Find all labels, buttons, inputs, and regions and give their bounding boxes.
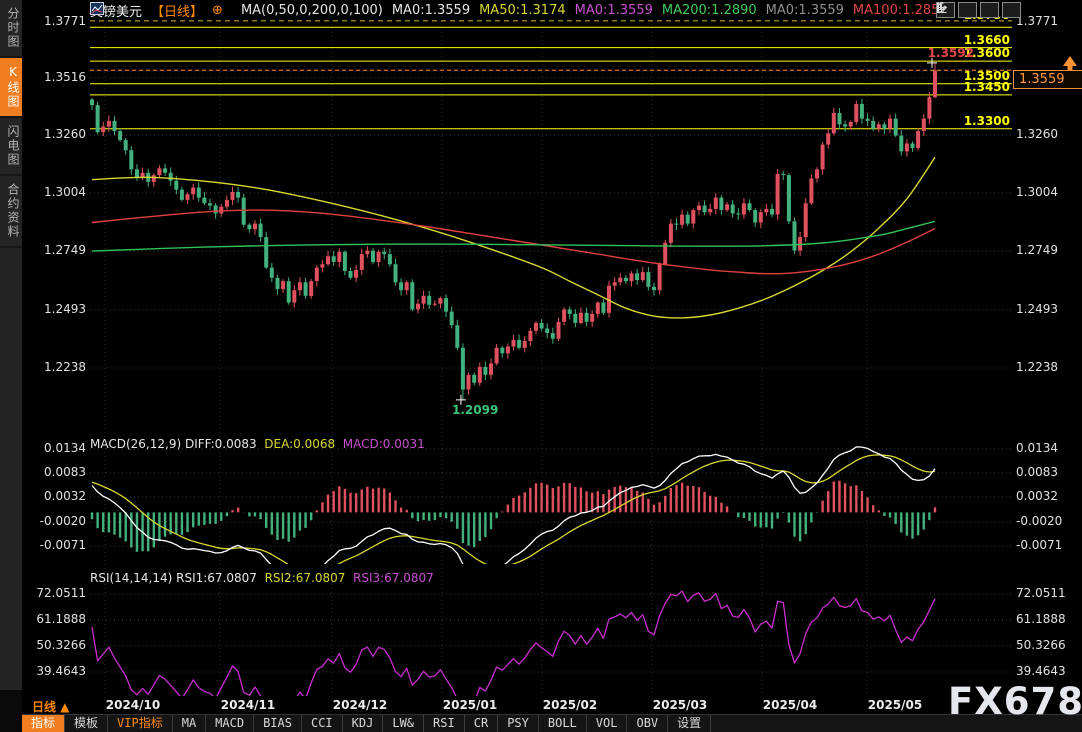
axis-tick: -0.0020 <box>1016 515 1062 528</box>
axis-tick: 50.3266 <box>1016 639 1066 652</box>
ma-value: MA50:1.3174 <box>479 3 566 18</box>
axis-tick: 1.3516 <box>30 71 86 84</box>
candles <box>90 63 937 400</box>
last-price-badge: 1.3559 <box>1013 70 1082 89</box>
value-gridlines <box>90 78 1012 672</box>
indicator-toolbar: 指标模板VIP指标MAMACDBIASCCIKDJLW&RSICRPSYBOLL… <box>22 714 1082 732</box>
toolbar-item-设置[interactable]: 设置 <box>668 715 711 732</box>
ma-value: MA200:1.2890 <box>662 3 757 18</box>
axis-scale-icon[interactable] <box>958 2 977 18</box>
toolbar-item-MACD[interactable]: MACD <box>206 715 254 732</box>
axis-tick: 39.4643 <box>30 665 86 678</box>
axis-tick: 1.3260 <box>1016 128 1058 141</box>
axis-tick: 1.3004 <box>1016 186 1058 199</box>
date-label: 2024/12 <box>322 698 398 712</box>
toolbar-item-LW&[interactable]: LW& <box>383 715 424 732</box>
axis-tick: 1.2493 <box>1016 303 1058 316</box>
toolbar-item-CR[interactable]: CR <box>465 715 498 732</box>
axis-tick: 61.1888 <box>1016 613 1066 626</box>
macd-pane <box>92 447 935 581</box>
axis-tick: 39.4643 <box>1016 665 1066 678</box>
chart-toolbar-icons <box>936 2 1021 18</box>
axis-tick: 1.2749 <box>1016 244 1058 257</box>
axis-tick: 1.3771 <box>1016 15 1058 28</box>
ma-value: MA0:1.3559 <box>575 3 653 18</box>
axis-tick: 1.2238 <box>30 361 86 374</box>
axis-tick: 1.2493 <box>30 303 86 316</box>
axis-tick: 61.1888 <box>30 613 86 626</box>
toolbar-item-KDJ[interactable]: KDJ <box>343 715 384 732</box>
toolbar-item-BOLL[interactable]: BOLL <box>539 715 587 732</box>
axis-tick: 1.2749 <box>30 244 86 257</box>
axis-tick: 0.0032 <box>30 490 86 503</box>
ma-settings: MA(0,50,0,200,0,100) <box>241 3 383 18</box>
trading-app-window: 分时图K线图闪电图合约资料 英镑美元 【日线】 ⊕ MA(0,50,0,200,… <box>0 0 1082 732</box>
axis-tick: 1.3771 <box>30 15 86 28</box>
date-label: 2024/10 <box>95 698 171 712</box>
ma-values: MA0:1.3559 MA50:1.3174 MA0:1.3559 MA200:1.2… <box>392 3 957 18</box>
watermark-logo: FX678 <box>948 680 1082 723</box>
period-selector[interactable]: 日线 ▲ <box>32 698 69 715</box>
toolbar-item-RSI[interactable]: RSI <box>424 715 465 732</box>
axis-tick: 0.0083 <box>1016 466 1058 479</box>
ma-value: MA0:1.3559 <box>392 3 470 18</box>
chart-header: 英镑美元 【日线】 ⊕ MA(0,50,0,200,0,100) MA0:1.3… <box>90 2 957 18</box>
level-label: 1.3300 <box>964 114 1010 128</box>
toolbar-item-VIP指标[interactable]: VIP指标 <box>108 715 173 732</box>
date-axis: 日线 ▲ 2024/10 2024/11 2024/12 2025/01 2025/02… <box>22 698 1082 714</box>
level-label: 1.3450 <box>964 80 1010 94</box>
last-price-arrow-icon <box>1063 56 1077 70</box>
ma-value: MA0:1.3559 <box>766 3 844 18</box>
date-label: 2025/01 <box>432 698 508 712</box>
level-label: 1.3660 <box>964 33 1010 47</box>
axis-tick: -0.0020 <box>30 515 86 528</box>
axis-play-icon[interactable] <box>980 2 999 18</box>
ma-value: MA100:1.2858 <box>853 3 948 18</box>
axis-tick: 0.0032 <box>1016 490 1058 503</box>
axis-tick: 0.0134 <box>30 442 86 455</box>
date-label: 2024/11 <box>210 698 286 712</box>
axis-tick: 50.3266 <box>30 639 86 652</box>
toolbar-item-BIAS[interactable]: BIAS <box>254 715 302 732</box>
date-label: 2025/04 <box>752 698 828 712</box>
period-low-label: 1.2099 <box>452 403 498 417</box>
period-tag[interactable]: 【日线】 <box>151 1 203 20</box>
axis-tick: 1.3004 <box>30 186 86 199</box>
toolbar-item-模板[interactable]: 模板 <box>65 715 108 732</box>
axis-tick: -0.0071 <box>1016 539 1062 552</box>
date-label: 2025/05 <box>857 698 933 712</box>
toolbar-item-PSY[interactable]: PSY <box>498 715 539 732</box>
axis-tick: 1.2238 <box>1016 361 1058 374</box>
toolbar-item-指标[interactable]: 指标 <box>22 715 65 732</box>
toolbar-item-OBV[interactable]: OBV <box>627 715 668 732</box>
axis-tick: 0.0083 <box>30 466 86 479</box>
level-lines <box>90 21 1012 129</box>
axis-tick: -0.0071 <box>30 539 86 552</box>
ma-lines <box>92 157 935 318</box>
date-label: 2025/02 <box>532 698 608 712</box>
axis-tick: 1.3260 <box>30 128 86 141</box>
toolbar-item-CCI[interactable]: CCI <box>302 715 343 732</box>
axis-tick: 72.0511 <box>1016 587 1066 600</box>
shift-right-icon[interactable] <box>1002 2 1021 18</box>
period-high-label: 1.3592 <box>928 46 974 60</box>
date-label: 2025/03 <box>642 698 718 712</box>
chart-canvas[interactable] <box>0 0 1082 732</box>
axis-tick: 0.0134 <box>1016 442 1058 455</box>
axis-tick: 72.0511 <box>30 587 86 600</box>
extreme-markers <box>456 58 937 405</box>
toolbar-item-VOL[interactable]: VOL <box>587 715 628 732</box>
toolbar-item-MA[interactable]: MA <box>173 715 206 732</box>
add-icon[interactable]: ⊕ <box>212 3 223 18</box>
